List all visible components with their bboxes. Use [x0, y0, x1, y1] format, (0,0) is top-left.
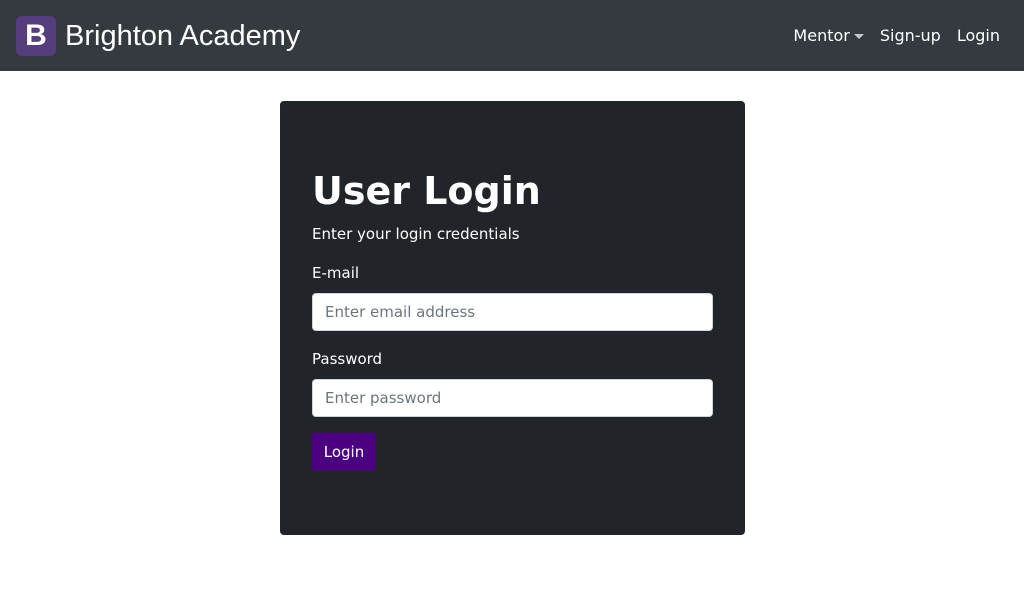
- password-field[interactable]: [312, 379, 713, 417]
- top-navbar: B Brighton Academy Mentor Sign-up Login: [0, 0, 1024, 71]
- nav-mentor-dropdown[interactable]: Mentor: [793, 24, 864, 48]
- page-subtitle: Enter your login credentials: [312, 225, 520, 243]
- nav-signup-link[interactable]: Sign-up: [880, 24, 941, 48]
- login-button[interactable]: Login: [312, 433, 376, 471]
- email-field[interactable]: [312, 293, 713, 331]
- nav-login-link[interactable]: Login: [957, 24, 1000, 48]
- nav-links: Mentor Sign-up Login: [793, 24, 1000, 48]
- brand-name: Brighton Academy: [65, 20, 301, 52]
- password-label: Password: [312, 350, 383, 368]
- nav-mentor-label: Mentor: [793, 26, 850, 45]
- page-title: User Login: [312, 169, 541, 213]
- brand-logo-icon: B: [16, 16, 56, 56]
- email-label: E-mail: [312, 264, 360, 282]
- chevron-down-icon: [853, 33, 864, 39]
- login-card: User Login Enter your login credentials …: [280, 101, 745, 535]
- brand-link[interactable]: B Brighton Academy: [16, 16, 300, 56]
